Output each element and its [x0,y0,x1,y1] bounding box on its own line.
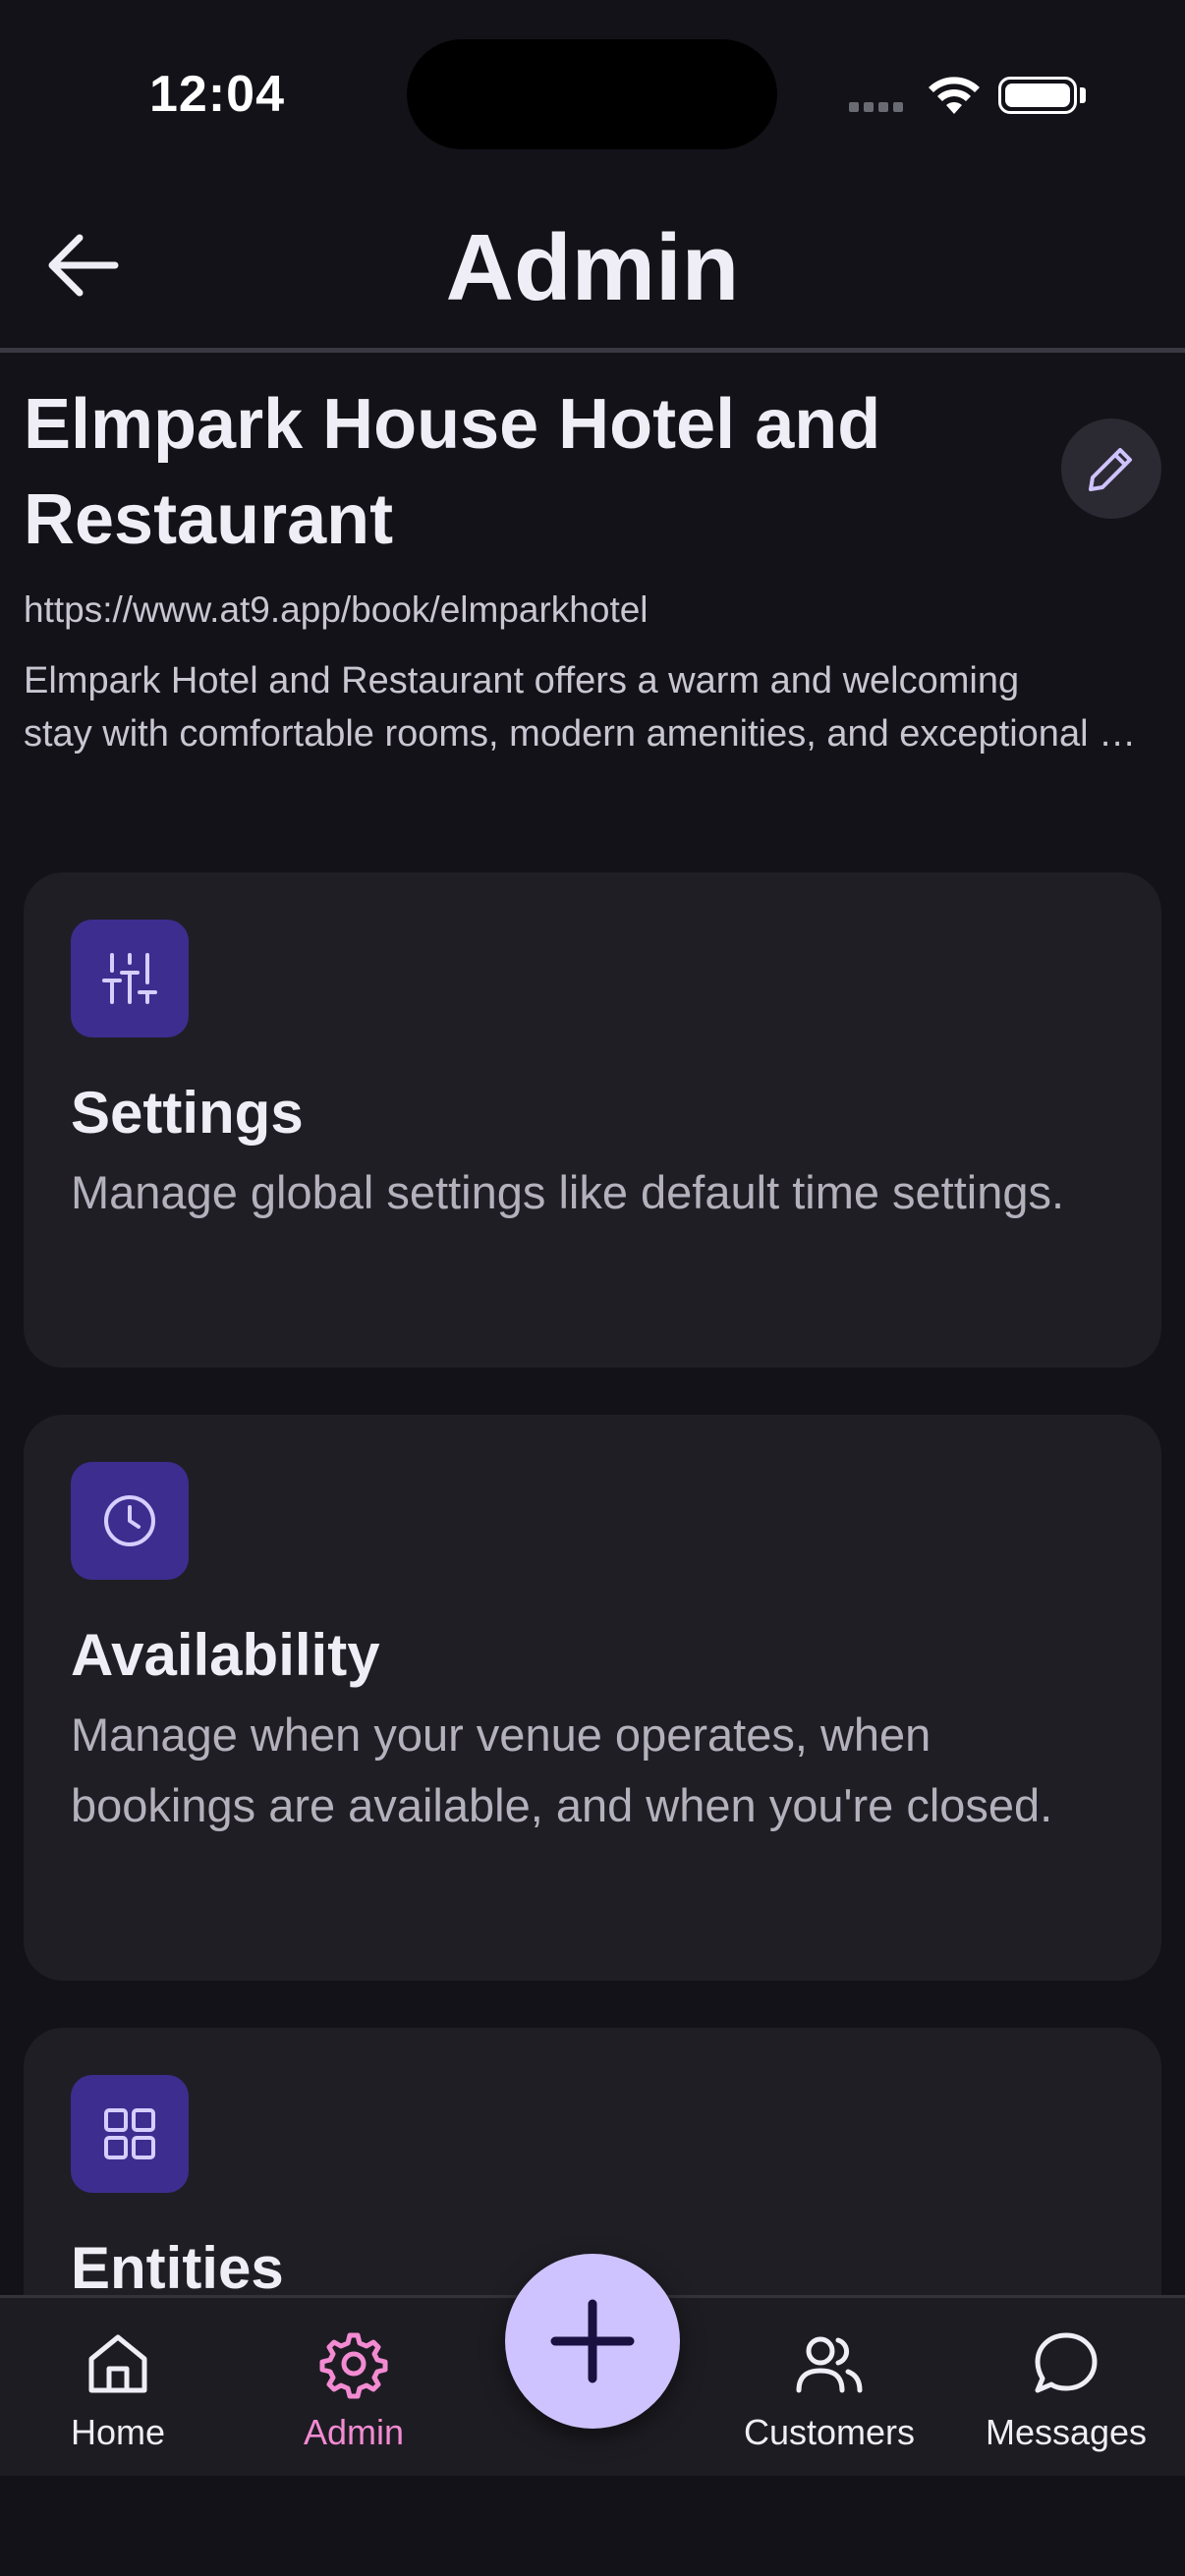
settings-card[interactable]: Settings Manage global settings like def… [24,872,1161,1368]
edit-venue-button[interactable] [1061,419,1161,519]
entities-title: Entities [71,2235,284,2301]
nav-customers[interactable]: Customers [731,2327,928,2453]
nav-customers-label: Customers [743,2412,916,2452]
home-icon [88,2334,147,2393]
nav-admin[interactable]: Admin [255,2327,452,2453]
cellular-signal-icon [849,102,903,112]
status-bar: 12:04 [0,0,1185,177]
chat-bubble-icon [1035,2332,1098,2393]
battery-icon [998,77,1077,114]
wifi-icon [929,77,980,114]
gear-icon [319,2332,388,2399]
settings-description: Manage global settings like default time… [71,1166,1065,1218]
clock-icon [71,1462,189,1580]
nav-home[interactable]: Home [20,2327,216,2453]
settings-title: Settings [71,1080,304,1146]
battery-tip [1080,87,1086,103]
nav-messages[interactable]: Messages [968,2327,1164,2453]
status-time: 12:04 [149,66,285,123]
header: Admin [0,177,1185,350]
nav-home-label: Home [70,2412,166,2452]
venue-name: Elmpark House Hotel and Restaurant [24,385,881,559]
plus-icon [550,2299,635,2383]
users-icon [796,2336,863,2393]
grid-icon [71,2075,189,2193]
header-divider [0,348,1185,353]
venue-url[interactable]: https://www.at9.app/book/elmparkhotel [24,589,1161,631]
availability-description: Manage when your venue operates, when bo… [71,1708,1053,1831]
admin-screen: 12:04 Admin Elmpark House Hotel and Rest… [0,0,1185,2576]
venue-description: Elmpark Hotel and Restaurant offers a wa… [24,654,1154,760]
dynamic-island [407,39,777,149]
venue-description-line-2: stay with comfortable rooms, modern amen… [24,713,1154,755]
sliders-icon [71,920,189,1037]
pencil-icon [1089,448,1132,491]
home-indicator-area [0,2476,1185,2576]
venue-info: Elmpark House Hotel and Restaurant https… [24,377,1161,760]
nav-admin-label: Admin [303,2412,405,2452]
availability-card[interactable]: Availability Manage when your venue oper… [24,1415,1161,1981]
add-button[interactable] [505,2254,680,2429]
venue-description-line-1: Elmpark Hotel and Restaurant offers a wa… [24,660,1020,701]
nav-messages-label: Messages [985,2412,1148,2452]
availability-title: Availability [71,1622,380,1688]
page-title: Admin [445,215,740,320]
